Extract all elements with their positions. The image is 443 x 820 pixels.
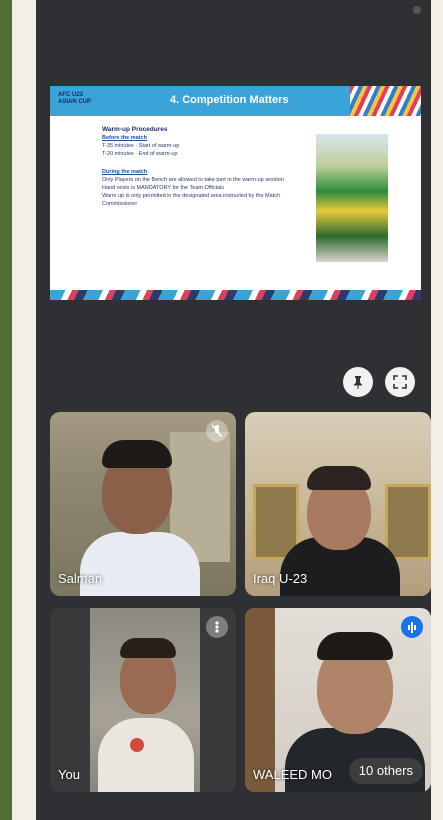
slide-players-photo: [316, 134, 388, 262]
slide-row-1: T-35 minutes · Start of warm-up: [102, 143, 180, 149]
slide-title: 4. Competition Matters: [170, 94, 289, 106]
slide-footer-stripe: [50, 290, 421, 300]
participant-body: [98, 718, 194, 792]
participant-hair: [317, 632, 393, 660]
speaking-icon: [401, 616, 423, 638]
pin-icon: [354, 376, 362, 389]
participant-tile-iraq-u23[interactable]: Iraq U-23: [245, 412, 431, 596]
slide-section-title: Warm-up Procedures: [102, 126, 168, 133]
status-dot: [413, 6, 421, 14]
others-count-badge[interactable]: 10 others: [348, 758, 423, 784]
slide-row-2: T-20 minutes · End of warm-up: [102, 151, 178, 157]
participant-tile-salman[interactable]: Salman: [50, 412, 236, 596]
participant-name: WALEED MO: [253, 767, 332, 782]
jersey-badge: [130, 738, 144, 752]
pin-button[interactable]: [343, 367, 373, 397]
left-frame-border: [0, 0, 12, 820]
mic-off-icon: [206, 420, 228, 442]
background-door: [245, 608, 275, 792]
slide-bullet-3: Warm up is only permitted in the designa…: [102, 193, 281, 207]
participant-body: [80, 532, 200, 596]
slide-logo: AFC U23 ASIAN CUP: [58, 92, 92, 105]
participant-hair: [307, 466, 371, 490]
meeting-screen: AFC U23 ASIAN CUP 4. Competition Matters…: [36, 0, 431, 820]
fullscreen-icon: [393, 375, 407, 389]
participant-hair: [102, 440, 172, 468]
participant-name: Salman: [58, 571, 103, 586]
slide-subsection-before: Before the match: [102, 135, 147, 141]
fullscreen-button[interactable]: [385, 367, 415, 397]
background-frame-right: [385, 484, 431, 560]
shared-presentation[interactable]: AFC U23 ASIAN CUP 4. Competition Matters…: [50, 86, 421, 300]
participant-name: Iraq U-23: [253, 571, 308, 586]
more-icon[interactable]: [206, 616, 228, 638]
slide-header-stripe: [350, 86, 421, 116]
slide-bullet-2: Hand vests is MANDATORY for the Team Off…: [102, 185, 224, 191]
participant-tile-you[interactable]: You: [50, 608, 236, 792]
status-strip: [36, 0, 431, 22]
slide-subsection-during: During the match: [102, 169, 148, 175]
participant-hair: [120, 638, 176, 658]
slide-bullet-1: Only Players on the Bench are allowed to…: [102, 177, 284, 183]
slide-body: Warm-up Procedures Before the match T-35…: [102, 126, 302, 208]
participant-tile-waleed[interactable]: WALEED MO 10 others: [245, 608, 431, 792]
participant-name: You: [58, 767, 80, 782]
